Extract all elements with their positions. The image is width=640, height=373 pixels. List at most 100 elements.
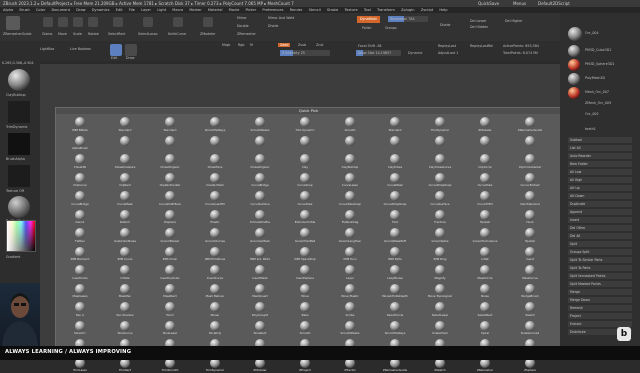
brush-item[interactable]: CurveTriFill	[473, 191, 497, 206]
brush-item[interactable]	[158, 135, 182, 151]
edit-button[interactable]	[110, 44, 122, 56]
brush-item[interactable]: CurveQuadFill	[203, 191, 227, 206]
brush-item[interactable]: Inflat	[473, 246, 497, 262]
brush-item[interactable]: IMM SpaceShip	[293, 246, 317, 262]
brush-item[interactable]: Scribe	[338, 302, 362, 317]
focal-shift-label[interactable]: Focal Shift -56	[358, 44, 382, 48]
brush-item[interactable]: SliceLasso	[158, 320, 182, 336]
brush-item[interactable]: CurveMask	[383, 172, 407, 188]
rotate-button[interactable]	[88, 17, 98, 27]
brush-item[interactable]: Move	[293, 283, 317, 299]
brush-item[interactable]: InsertSphere	[293, 265, 317, 280]
brush-item[interactable]: IMM Primitives	[203, 246, 227, 262]
subtool-option[interactable]: Auto Reorder	[568, 153, 632, 159]
brush-item[interactable]: ClayBuildup	[338, 154, 362, 169]
mirror-and-weld-button[interactable]: Mirror And Weld	[268, 16, 294, 20]
m-button[interactable]: M	[250, 43, 253, 47]
brush-item[interactable]: InsertCube	[68, 265, 92, 280]
brush-item[interactable]: CurveSurface	[428, 191, 452, 206]
brush-item[interactable]	[248, 135, 272, 151]
brush-item[interactable]: ClipRectCenter	[158, 172, 182, 188]
brush-item[interactable]: Move Topological	[428, 283, 452, 299]
brush-item[interactable]: Deco1	[68, 209, 92, 225]
brush-item[interactable]: Fracture	[428, 209, 452, 225]
subtool-option[interactable]: All High	[568, 177, 632, 183]
brush-item[interactable]: ZModeler	[473, 117, 497, 132]
brush-item[interactable]: TrimDynamic	[428, 117, 452, 132]
brush-item[interactable]: Magnify	[428, 265, 452, 280]
adjust-last-slider[interactable]: AdjustLast 1	[438, 51, 458, 55]
brush-item[interactable]: CurveMask	[113, 191, 137, 206]
brush-item[interactable]: Create Mesh	[203, 172, 227, 188]
brush-item[interactable]: InsertCylinder	[158, 265, 182, 280]
scale-button[interactable]	[73, 17, 83, 27]
brush-item[interactable]: Inflate	[113, 265, 137, 280]
brush-item[interactable]: Planar	[203, 302, 227, 317]
subtool-option[interactable]: Del All	[568, 233, 632, 239]
subtool-option[interactable]: New Folder	[568, 161, 632, 167]
brush-item[interactable]: IMM Chain	[158, 246, 182, 262]
brush-item[interactable]: ZRemesherGuide	[518, 117, 542, 132]
brush-item[interactable]: Flatten	[68, 228, 92, 243]
brush-item[interactable]	[293, 135, 317, 151]
tool-thumb-0[interactable]	[568, 27, 582, 41]
brush-item[interactable]: IMM Curve	[113, 246, 137, 262]
brush-item[interactable]: GroomMaskPuff	[383, 228, 407, 243]
subtool-option[interactable]: Duplicate	[568, 201, 632, 207]
del-higher-button[interactable]: Del Higher	[505, 19, 523, 23]
brush-item[interactable]: Rake	[293, 302, 317, 317]
move-button[interactable]	[58, 17, 68, 27]
brush-item[interactable]: Trim Dynamic	[293, 117, 317, 132]
tool-thumb-3[interactable]	[568, 73, 580, 85]
brush-item[interactable]: ClipCurve	[68, 172, 92, 188]
subtool-option[interactable]: Project	[568, 313, 632, 319]
brush-item[interactable]: Displace	[158, 209, 182, 225]
brush-item[interactable]: SliceCirc	[68, 320, 92, 336]
brush-item[interactable]: Move Elastic	[338, 283, 362, 299]
brush-item[interactable]: MaskPen	[113, 283, 137, 299]
brush-item[interactable]: CurveTube	[473, 172, 497, 188]
brush-item[interactable]: Standard	[383, 117, 407, 132]
knifecurve-button[interactable]	[173, 17, 183, 27]
del-lower-button[interactable]: Del Lower	[470, 19, 486, 23]
brush-item[interactable]: CurveSurface	[248, 191, 272, 206]
brush-item[interactable]: Smooth	[293, 320, 317, 336]
brush-item[interactable]: CurveBridge	[248, 172, 272, 188]
brush-item[interactable]: SmoothValleys	[203, 117, 227, 132]
brush-item[interactable]: Slash3	[518, 302, 542, 317]
brush-item[interactable]: GroomClumps	[203, 228, 227, 243]
brush-item[interactable]: PolyGroupIt	[248, 302, 272, 317]
brush-item[interactable]: Pen Shadow	[113, 302, 137, 317]
brush-item[interactable]: Deform	[113, 209, 137, 225]
brush-item[interactable]: SnakeCurve2	[518, 320, 542, 336]
brush-item[interactable]: ChiselCreature	[113, 154, 137, 169]
divide-low-button[interactable]: Divide	[440, 23, 450, 27]
brush-item[interactable]: Elastic	[203, 209, 227, 225]
brush-item[interactable]: CurveSnap	[293, 172, 317, 188]
zsub-button[interactable]: Zsub	[298, 43, 306, 47]
brush-item[interactable]: MaskRect	[158, 283, 182, 299]
brush-item[interactable]: AlphaBrush	[68, 135, 92, 151]
script-button[interactable]: Default2DScript	[538, 0, 570, 7]
brush-item[interactable]: Chisel3D	[68, 154, 92, 169]
material-thumbnail[interactable]	[8, 196, 30, 218]
brush-item[interactable]: Layer	[338, 265, 362, 280]
brush-item[interactable]: FlattenDrag	[338, 209, 362, 225]
brush-item[interactable]: Spiral	[473, 320, 497, 336]
divide-button[interactable]: Divide	[268, 24, 278, 28]
selectrect-button[interactable]	[113, 17, 123, 27]
dynamesh-button[interactable]: DynaMesh	[357, 16, 381, 23]
brush-item[interactable]: ClayTubes	[383, 154, 407, 169]
brush-item[interactable]: CurveMultiTube	[158, 191, 182, 206]
subtool-option[interactable]: Alt Down	[568, 193, 632, 199]
brush-item[interactable]: Insert	[518, 246, 542, 262]
brush-item[interactable]: SelectCircle	[383, 302, 407, 317]
subtool-option[interactable]: Split Masked Points	[568, 281, 632, 287]
selectlasso-button[interactable]	[143, 17, 153, 27]
subtool-option[interactable]: All Low	[568, 169, 632, 175]
brush-item[interactable]: InsertCurve	[203, 265, 227, 280]
alpha-thumbnail[interactable]	[8, 133, 30, 155]
brush-item[interactable]: GrabColorNoise	[113, 228, 137, 243]
brush-item[interactable]: Smooth	[338, 117, 362, 132]
brush-item[interactable]: ClipCircleCenter	[518, 154, 542, 169]
